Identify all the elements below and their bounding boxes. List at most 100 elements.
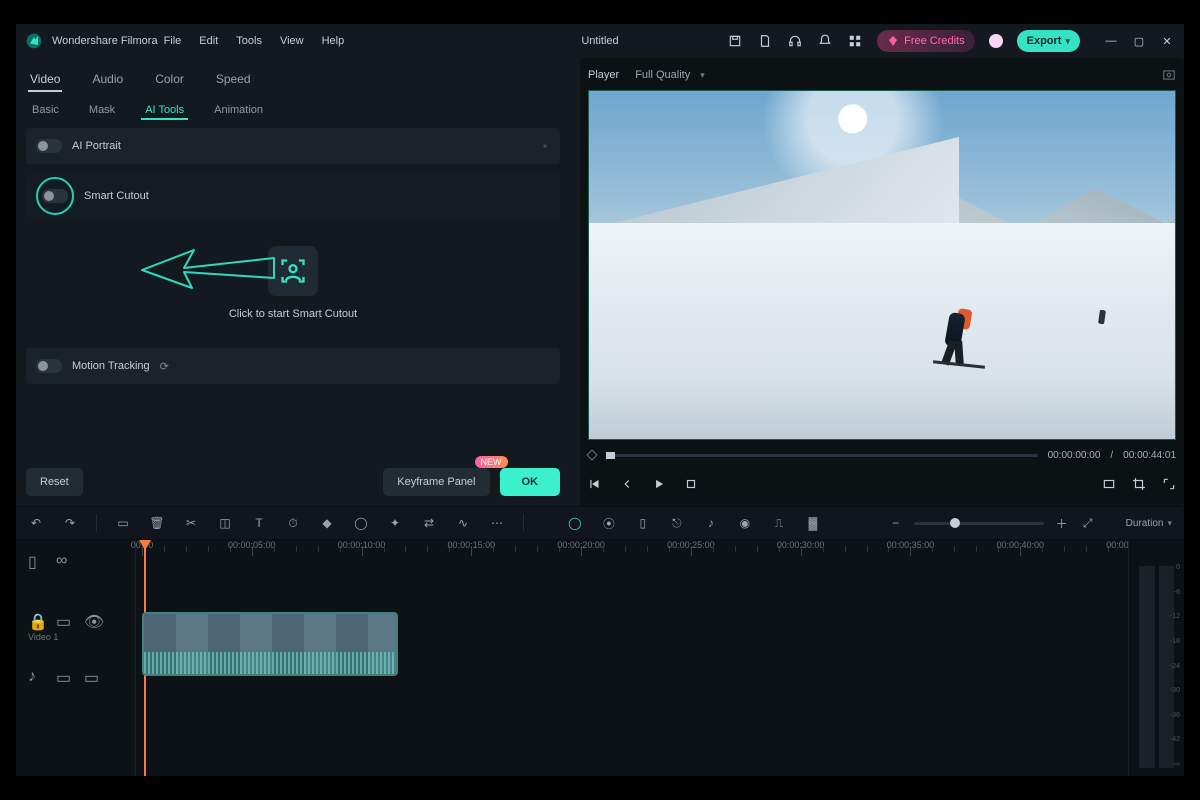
start-smart-cutout-button[interactable] [268, 246, 318, 296]
motion-tracking-row[interactable]: Motion Tracking ⟳ [26, 348, 560, 384]
text-icon[interactable]: T [251, 515, 267, 531]
timeline-link-icon[interactable]: ∞ [56, 552, 70, 566]
marker-icon[interactable]: ◯ [567, 515, 583, 531]
timeline-body[interactable]: 00:0000:00:05:0000:00:10:0000:00:15:0000… [136, 540, 1184, 776]
menu-view[interactable]: View [280, 35, 304, 47]
link-icon[interactable]: ⎋ [669, 515, 685, 531]
step-back-icon[interactable] [620, 477, 634, 491]
subtab-animation[interactable]: Animation [210, 102, 267, 120]
timeline-ruler[interactable]: 00:0000:00:05:0000:00:10:0000:00:15:0000… [136, 540, 1184, 576]
speed-icon[interactable]: ⏱ [285, 515, 301, 531]
clip-trim-handle[interactable] [146, 612, 156, 614]
ai-portrait-row[interactable]: AI Portrait [26, 128, 560, 164]
render-icon[interactable]: ▓ [805, 515, 821, 531]
play-icon[interactable] [652, 477, 666, 491]
smart-cutout-toggle[interactable] [42, 189, 68, 203]
record-icon[interactable]: ⦿ [601, 515, 617, 531]
subtab-basic[interactable]: Basic [28, 102, 63, 120]
main-area: Video Audio Color Speed Basic Mask AI To… [16, 58, 1184, 506]
zoom-slider[interactable] [914, 522, 1044, 525]
zoom-fit-icon[interactable]: ⤢ [1080, 515, 1096, 531]
ok-button[interactable]: OK [500, 468, 561, 496]
smart-cutout-toggle-highlight[interactable] [36, 177, 74, 215]
tab-audio[interactable]: Audio [90, 68, 125, 92]
track-label: Video 1 [16, 632, 135, 642]
audio-track-icon[interactable]: ♪ [28, 668, 42, 682]
tab-video[interactable]: Video [28, 68, 62, 92]
expand-icon[interactable] [1162, 477, 1176, 491]
titlebar: Wondershare Filmora File Edit Tools View… [16, 24, 1184, 58]
tab-speed[interactable]: Speed [214, 68, 253, 92]
aspect-icon[interactable] [1102, 477, 1116, 491]
undo-icon[interactable]: ↶ [28, 515, 44, 531]
volume-icon[interactable]: ♪ [703, 515, 719, 531]
crop-icon[interactable] [1132, 477, 1146, 491]
mixer-icon[interactable]: ⎍ [771, 515, 787, 531]
document-icon[interactable] [757, 33, 773, 49]
motion-tracking-toggle[interactable] [36, 359, 62, 373]
scrub-start-marker-icon [586, 449, 597, 460]
window-minimize-icon[interactable]: — [1104, 35, 1118, 48]
refresh-icon[interactable]: ⟳ [160, 360, 169, 373]
zoom-out-icon[interactable]: − [888, 515, 904, 531]
track-lock-icon[interactable]: 🔒 [28, 612, 42, 626]
meter-left [1139, 566, 1155, 768]
prev-frame-icon[interactable] [588, 477, 602, 491]
audio-solo-icon[interactable]: ▭ [84, 668, 98, 682]
transition-icon[interactable]: ⇄ [421, 515, 437, 531]
free-credits-button[interactable]: Free Credits [877, 30, 975, 52]
preview-viewport[interactable] [588, 90, 1176, 440]
timeline-toolbar: ↶ ↷ ▭ 🗑 ✂ ◫ T ⏱ ◆ ◯ ✦ ⇄ ∿ ⋯ ◯ ⦿ ▯ ⎋ ♪ ◉ … [16, 506, 1184, 540]
audio-mute-icon[interactable]: ▭ [56, 668, 70, 682]
effects-icon[interactable]: ✦ [387, 515, 403, 531]
keyframe-icon[interactable]: ◆ [319, 515, 335, 531]
color-icon[interactable]: ◯ [353, 515, 369, 531]
preview-panel: Player Full Quality 00:00:00:00 / 00: [580, 58, 1184, 506]
export-button[interactable]: Export [1017, 30, 1080, 52]
ai-portrait-toggle[interactable] [36, 139, 62, 153]
menu-tools[interactable]: Tools [236, 35, 262, 47]
shield-icon[interactable]: ▯ [635, 515, 651, 531]
keyframe-panel-button[interactable]: Keyframe Panel [383, 468, 489, 496]
annotation-arrow-icon [136, 238, 276, 298]
window-close-icon[interactable]: ✕ [1160, 35, 1174, 48]
app-name: Wondershare Filmora [52, 35, 158, 47]
user-avatar-icon[interactable] [989, 34, 1003, 48]
menu-help[interactable]: Help [322, 35, 345, 47]
track-mute-icon[interactable]: ▭ [56, 612, 70, 626]
menu-file[interactable]: File [164, 35, 182, 47]
clip-waveform [144, 652, 396, 674]
app-logo-icon [26, 33, 42, 49]
export-label: Export [1027, 35, 1062, 47]
bell-icon[interactable] [817, 33, 833, 49]
headphones-icon[interactable] [787, 33, 803, 49]
track-hide-icon[interactable]: 👁 [84, 612, 98, 626]
snapshot-icon[interactable] [1162, 68, 1176, 82]
subtab-mask[interactable]: Mask [85, 102, 119, 120]
scrub-bar[interactable] [606, 454, 1038, 457]
quality-selector[interactable]: Full Quality [635, 69, 705, 81]
subtab-ai-tools[interactable]: AI Tools [141, 102, 188, 120]
duration-dropdown[interactable]: Duration [1126, 518, 1172, 529]
timeline-collapse-icon[interactable]: ▯ [28, 552, 42, 566]
window-maximize-icon[interactable]: ▢ [1132, 35, 1146, 48]
menu-edit[interactable]: Edit [199, 35, 218, 47]
save-icon[interactable] [727, 33, 743, 49]
pointer-icon[interactable]: ▭ [115, 515, 131, 531]
drop-icon[interactable]: ◉ [737, 515, 753, 531]
stop-icon[interactable] [684, 477, 698, 491]
audio-icon[interactable]: ∿ [455, 515, 471, 531]
video-clip[interactable] [142, 612, 398, 676]
more-tools-icon[interactable]: ⋯ [489, 515, 505, 531]
smart-cutout-row[interactable]: Smart Cutout [26, 174, 560, 218]
redo-icon[interactable]: ↷ [62, 515, 78, 531]
crop-tool-icon[interactable]: ◫ [217, 515, 233, 531]
reset-button[interactable]: Reset [26, 468, 83, 496]
delete-icon[interactable]: 🗑 [149, 515, 165, 531]
zoom-in-icon[interactable]: ＋ [1054, 515, 1070, 531]
new-badge: NEW [475, 456, 508, 468]
transport-controls [588, 470, 1176, 498]
grid-icon[interactable] [847, 33, 863, 49]
split-icon[interactable]: ✂ [183, 515, 199, 531]
tab-color[interactable]: Color [153, 68, 186, 92]
